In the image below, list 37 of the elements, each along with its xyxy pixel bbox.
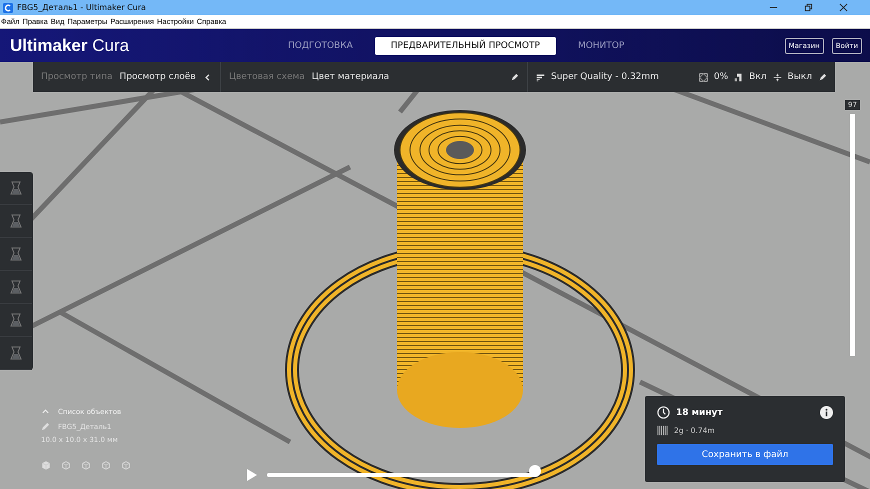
view-cube-icon[interactable] bbox=[101, 460, 111, 470]
save-to-file-button[interactable]: Сохранить в файл bbox=[657, 444, 833, 465]
pencil-icon[interactable] bbox=[510, 72, 519, 82]
close-icon[interactable] bbox=[839, 3, 848, 12]
print-time: 18 минут bbox=[676, 408, 723, 418]
chevron-left-icon[interactable] bbox=[203, 72, 212, 82]
adhesion-value: Выкл bbox=[788, 72, 812, 82]
view-cube-icon[interactable] bbox=[81, 460, 91, 470]
infill-icon bbox=[698, 72, 708, 82]
color-scheme-value[interactable]: Цвет материала bbox=[312, 72, 390, 82]
chevron-up-icon[interactable] bbox=[41, 407, 50, 416]
info-icon[interactable] bbox=[820, 406, 833, 419]
pencil-icon[interactable] bbox=[818, 72, 827, 82]
view-type-value[interactable]: Просмотр слоёв bbox=[120, 72, 196, 82]
clock-icon bbox=[657, 406, 670, 419]
stage-tab[interactable]: МОНИТОР bbox=[562, 36, 640, 54]
view-type-label: Просмотр типа bbox=[41, 72, 113, 82]
window-title: FBG5_Деталь1 - Ultimaker Cura bbox=[17, 3, 146, 12]
layer-slider-range[interactable] bbox=[850, 114, 855, 356]
support-icon bbox=[734, 72, 744, 82]
profile-value: Super Quality - 0.32mm bbox=[551, 72, 659, 82]
profile-icon bbox=[536, 72, 545, 82]
playback-handle[interactable] bbox=[529, 465, 541, 477]
view-cube-icon[interactable] bbox=[61, 460, 71, 470]
app-logo: Ultimaker Cura bbox=[10, 36, 130, 56]
filament-icon bbox=[657, 425, 668, 436]
adhesion-icon bbox=[772, 72, 782, 82]
stage-tab[interactable]: ПРЕДВАРИТЕЛЬНЫЙ ПРОСМОТР bbox=[374, 36, 556, 54]
support-value: Вкл bbox=[749, 72, 767, 82]
app-logo-icon bbox=[3, 2, 13, 12]
view-cube-icon[interactable] bbox=[121, 460, 131, 470]
stage-tab[interactable]: ПОДГОТОВКА bbox=[272, 36, 369, 54]
restore-icon[interactable] bbox=[804, 3, 813, 12]
play-icon[interactable] bbox=[247, 469, 257, 481]
view-cube-icon[interactable] bbox=[41, 460, 51, 470]
color-scheme-label: Цветовая схема bbox=[229, 72, 305, 82]
infill-value: 0% bbox=[714, 72, 728, 82]
